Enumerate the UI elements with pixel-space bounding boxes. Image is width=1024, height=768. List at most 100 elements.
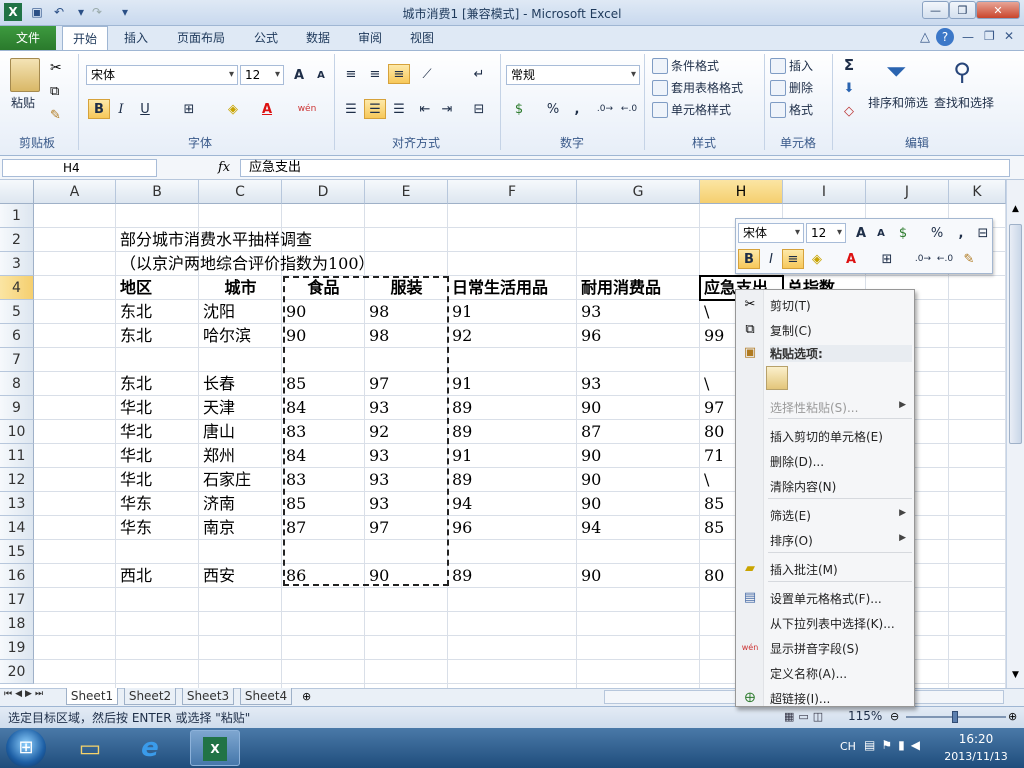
table-cell[interactable]: 91: [448, 444, 472, 468]
format-painter-icon[interactable]: ✎: [50, 108, 61, 123]
tab-page-layout[interactable]: 页面布局: [170, 26, 232, 50]
column-header-c[interactable]: C: [199, 180, 282, 204]
table-cell[interactable]: 90: [577, 492, 601, 516]
table-cell[interactable]: 90: [577, 396, 601, 420]
table-cell[interactable]: 91: [448, 300, 472, 324]
table-cell[interactable]: 97: [700, 396, 724, 420]
insert-sheet-icon[interactable]: ⊕: [302, 690, 311, 703]
row-header-17[interactable]: 17: [0, 588, 34, 612]
workbook-restore-icon[interactable]: ❐: [984, 29, 995, 43]
row-header-11[interactable]: 11: [0, 444, 34, 468]
internet-explorer-icon[interactable]: e: [130, 732, 170, 764]
sheet-tab-3[interactable]: Sheet3: [182, 688, 234, 705]
header-cell[interactable]: 日常生活用品: [448, 276, 577, 300]
table-cell[interactable]: \: [700, 468, 709, 492]
help-icon[interactable]: ?: [936, 28, 954, 46]
binoculars-icon[interactable]: ⚲: [946, 56, 978, 88]
scroll-down-icon[interactable]: ▼: [1009, 670, 1022, 686]
table-cell[interactable]: 90: [577, 444, 601, 468]
workbook-close-icon[interactable]: ✕: [1004, 29, 1014, 43]
row-header-18[interactable]: 18: [0, 612, 34, 636]
orientation-icon[interactable]: ⟋: [416, 64, 438, 84]
table-cell[interactable]: 93: [577, 300, 601, 324]
table-cell[interactable]: 85: [700, 492, 724, 516]
row-header-9[interactable]: 9: [0, 396, 34, 420]
row-header-10[interactable]: 10: [0, 420, 34, 444]
table-cell[interactable]: 80: [700, 420, 724, 444]
phonetic-button[interactable]: wén: [296, 99, 318, 119]
autosum-button[interactable]: Σ: [838, 55, 860, 75]
table-cell[interactable]: 96: [448, 516, 472, 540]
cut-icon[interactable]: ✂: [50, 60, 62, 76]
align-center-icon[interactable]: ☰: [364, 99, 386, 119]
table-cell[interactable]: 华北: [116, 444, 152, 468]
header-cell[interactable]: 城市: [199, 276, 282, 300]
row-header-13[interactable]: 13: [0, 492, 34, 516]
row-header-3[interactable]: 3: [0, 252, 34, 276]
paste-icon[interactable]: [10, 58, 40, 92]
table-cell[interactable]: 85: [700, 516, 724, 540]
table-cell[interactable]: 89: [448, 420, 472, 444]
table-cell[interactable]: 94: [577, 516, 601, 540]
column-header-a[interactable]: A: [34, 180, 116, 204]
mini-shrink-font-icon[interactable]: A: [870, 223, 892, 243]
row-header-4[interactable]: 4: [0, 276, 34, 300]
sheet-nav-icons[interactable]: ⏮◀▶⏭: [4, 689, 46, 699]
excel-taskbar-button[interactable]: X: [190, 730, 240, 766]
input-language[interactable]: CH: [840, 740, 856, 753]
font-color-button[interactable]: A: [256, 99, 278, 119]
align-middle-icon[interactable]: ≡: [364, 64, 386, 84]
tab-file[interactable]: 文件: [0, 26, 56, 50]
increase-indent-icon[interactable]: ⇥: [436, 99, 458, 119]
merge-center-icon[interactable]: ⊟: [468, 99, 490, 119]
zoom-out-icon[interactable]: ⊖: [890, 710, 899, 723]
menu-format-cells[interactable]: 设置单元格格式(F)...: [770, 590, 882, 607]
number-format-combo[interactable]: 常规: [506, 65, 640, 85]
column-header-d[interactable]: D: [282, 180, 365, 204]
table-cell[interactable]: 西北: [116, 564, 152, 588]
insert-cells-button[interactable]: 插入: [770, 57, 813, 74]
table-cell[interactable]: 94: [448, 492, 472, 516]
column-header-k[interactable]: K: [949, 180, 1006, 204]
zoom-slider-thumb[interactable]: [952, 711, 958, 723]
table-cell[interactable]: 东北: [116, 324, 152, 348]
menu-cut[interactable]: 剪切(T): [770, 297, 811, 314]
bold-button[interactable]: B: [88, 99, 110, 119]
table-cell[interactable]: 80: [700, 564, 724, 588]
format-as-table-button[interactable]: 套用表格格式: [652, 79, 743, 96]
table-cell[interactable]: 哈尔滨: [199, 324, 251, 348]
grow-font-button[interactable]: A: [288, 65, 310, 85]
align-top-icon[interactable]: ≡: [340, 64, 362, 84]
menu-hyperlink[interactable]: 超链接(I)...: [770, 690, 830, 707]
clock-date[interactable]: 2013/11/13: [938, 750, 1014, 763]
mini-increase-decimal-icon[interactable]: .0→: [912, 249, 934, 269]
header-cell[interactable]: 地区: [116, 276, 199, 300]
mini-size-combo[interactable]: 12: [806, 223, 846, 243]
row-header-5[interactable]: 5: [0, 300, 34, 324]
table-cell[interactable]: 90: [577, 468, 601, 492]
column-header-i[interactable]: I: [783, 180, 866, 204]
conditional-format-button[interactable]: 条件格式: [652, 57, 719, 74]
tray-icons[interactable]: ▤⚑▮◀: [864, 738, 926, 752]
table-cell[interactable]: 东北: [116, 372, 152, 396]
row-header-16[interactable]: 16: [0, 564, 34, 588]
column-header-j[interactable]: J: [866, 180, 949, 204]
font-size-combo[interactable]: 12: [240, 65, 284, 85]
find-select-button[interactable]: 查找和选择: [934, 94, 994, 111]
ribbon-collapse-icon[interactable]: △: [920, 30, 930, 45]
mini-bold-icon[interactable]: B: [738, 249, 760, 269]
sheet-tab-4[interactable]: Sheet4: [240, 688, 292, 705]
increase-decimal-icon[interactable]: .0→: [594, 99, 616, 119]
sheet-tab-1[interactable]: Sheet1: [66, 688, 118, 705]
row-header-15[interactable]: 15: [0, 540, 34, 564]
table-cell[interactable]: 90: [577, 564, 601, 588]
paste-button[interactable]: 粘贴: [11, 94, 35, 111]
format-cells-button[interactable]: 格式: [770, 101, 813, 118]
row-header-6[interactable]: 6: [0, 324, 34, 348]
table-cell[interactable]: 南京: [199, 516, 235, 540]
menu-define-name[interactable]: 定义名称(A)...: [770, 665, 847, 682]
mini-decrease-decimal-icon[interactable]: ←.0: [934, 249, 956, 269]
decrease-indent-icon[interactable]: ⇤: [414, 99, 436, 119]
column-header-e[interactable]: E: [365, 180, 448, 204]
table-cell[interactable]: 济南: [199, 492, 235, 516]
